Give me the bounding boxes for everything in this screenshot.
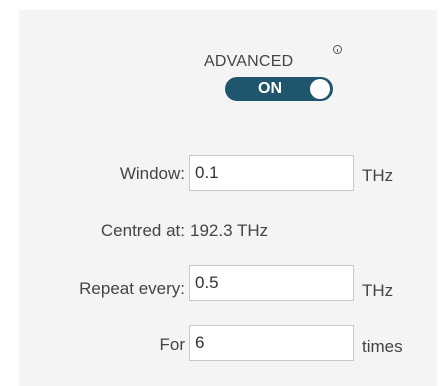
info-icon[interactable] — [333, 45, 342, 54]
window-label: Window: — [119, 164, 185, 183]
centred-label: Centred at: — [100, 221, 185, 240]
window-input[interactable] — [189, 155, 354, 191]
repeat-input[interactable] — [189, 265, 354, 301]
for-label: For — [159, 335, 186, 354]
times-input[interactable] — [189, 325, 354, 361]
repeat-unit: THz — [362, 281, 394, 300]
times-unit: times — [362, 337, 403, 356]
window-unit: THz — [362, 166, 394, 185]
toggle-state-label: ON — [258, 80, 282, 97]
centred-value: 192.3 THz — [190, 221, 269, 240]
advanced-toggle[interactable]: ON — [225, 77, 333, 101]
toggle-knob — [310, 79, 330, 99]
advanced-label: ADVANCED — [204, 53, 294, 70]
repeat-label: Repeat every: — [79, 279, 185, 298]
